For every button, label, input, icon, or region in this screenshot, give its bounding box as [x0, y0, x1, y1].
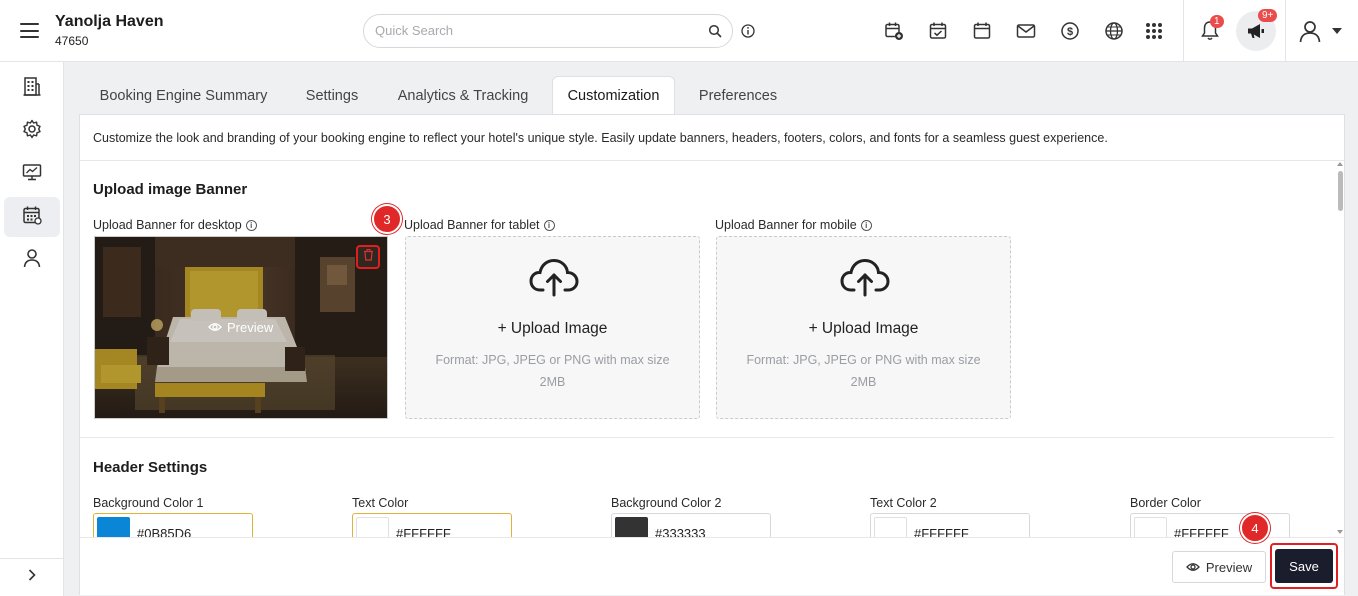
notification-badge: 1 — [1210, 15, 1224, 28]
menu-icon[interactable] — [20, 23, 39, 38]
upload-format-hint: Format: JPG, JPEG or PNG with max size 2… — [746, 353, 981, 389]
trash-icon — [363, 248, 374, 266]
calendar-icon[interactable] — [971, 20, 993, 42]
tab-preferences[interactable]: Preferences — [680, 76, 796, 115]
apps-grid-icon[interactable] — [1143, 20, 1165, 42]
save-button[interactable]: Save — [1275, 549, 1333, 583]
tablet-banner-label-text: Upload Banner for tablet — [404, 218, 540, 232]
header-settings-title: Header Settings — [93, 459, 208, 476]
mobile-upload-zone[interactable]: + Upload Image Format: JPG, JPEG or PNG … — [716, 236, 1011, 419]
border-color-label: Border Color — [1130, 496, 1201, 510]
bg-color-2-label: Background Color 2 — [611, 496, 722, 510]
mobile-banner-label-text: Upload Banner for mobile — [715, 218, 857, 232]
mail-icon[interactable] — [1015, 20, 1037, 42]
page-description: Customize the look and branding of your … — [93, 131, 1108, 145]
preview-button-label: Preview — [1205, 559, 1253, 575]
chevron-down-icon[interactable] — [1332, 28, 1342, 34]
plus-icon: + — [497, 320, 511, 337]
banner-preview-label: Preview — [227, 320, 274, 335]
calendar-grid-icon — [22, 205, 42, 230]
building-icon — [23, 76, 41, 101]
calendar-add-icon[interactable] — [883, 20, 905, 42]
sidebar-item-monitor[interactable] — [4, 154, 60, 194]
eye-icon — [208, 320, 222, 335]
hotel-name: Yanolja Haven — [55, 13, 164, 30]
customization-panel: Customize the look and branding of your … — [79, 114, 1345, 595]
divider — [1183, 0, 1184, 62]
info-icon[interactable] — [741, 24, 755, 43]
upload-image-text: Upload Image — [821, 320, 919, 337]
info-icon[interactable]: i — [860, 219, 872, 231]
cloud-upload-icon — [529, 257, 579, 302]
tab-customization[interactable]: Customization — [552, 76, 675, 115]
bg-color-1-label: Background Color 1 — [93, 496, 204, 510]
gear-icon — [22, 119, 42, 144]
upload-image-label: + Upload Image — [406, 320, 699, 338]
svg-text:$: $ — [1067, 26, 1073, 38]
monitor-icon — [22, 162, 42, 187]
tablet-banner-label: Upload Banner for tablet i — [404, 218, 555, 232]
calendar-check-icon[interactable] — [927, 20, 949, 42]
cloud-upload-icon — [840, 257, 890, 302]
search-icon[interactable] — [708, 24, 722, 43]
tab-analytics-tracking[interactable]: Analytics & Tracking — [383, 76, 543, 115]
banner-section-title: Upload image Banner — [93, 181, 248, 198]
plus-icon: + — [808, 320, 822, 337]
scroll-down-icon[interactable] — [1337, 530, 1343, 534]
sidebar-item-booking-engine[interactable] — [4, 197, 60, 237]
text-color-2-label: Text Color 2 — [870, 496, 937, 510]
save-highlight: Save — [1270, 543, 1338, 589]
quick-search[interactable] — [363, 14, 733, 48]
mobile-banner-label: Upload Banner for mobile i — [715, 218, 872, 232]
dollar-icon[interactable]: $ — [1059, 20, 1081, 42]
tablet-upload-zone[interactable]: + Upload Image Format: JPG, JPEG or PNG … — [405, 236, 700, 419]
sidebar-item-users[interactable] — [4, 240, 60, 280]
scrollbar-thumb[interactable] — [1338, 171, 1343, 211]
sidebar-expand[interactable] — [0, 558, 64, 596]
divider — [80, 437, 1334, 438]
upload-image-text: Upload Image — [510, 320, 608, 337]
info-icon[interactable]: i — [543, 219, 555, 231]
eye-icon — [1185, 560, 1200, 575]
person-icon — [23, 248, 41, 273]
hotel-id: 47650 — [55, 34, 89, 48]
divider — [1285, 0, 1286, 62]
step-marker: 3 — [372, 204, 402, 234]
banner-preview-overlay[interactable]: Preview — [208, 320, 273, 335]
sidebar-item-settings[interactable] — [4, 111, 60, 151]
step-marker: 4 — [1240, 513, 1270, 543]
desktop-banner-label: Upload Banner for desktop i — [93, 218, 257, 232]
upload-format-hint: Format: JPG, JPEG or PNG with max size 2… — [435, 353, 670, 389]
top-bar: Yanolja Haven 47650 $ 1 9+ — [0, 0, 1358, 62]
text-color-label: Text Color — [352, 496, 409, 510]
info-icon[interactable]: i — [245, 219, 257, 231]
chevron-right-icon — [27, 568, 37, 587]
upload-image-label: + Upload Image — [717, 320, 1010, 338]
announcement-badge: 9+ — [1258, 9, 1278, 22]
sidebar-item-property[interactable] — [4, 68, 60, 108]
sidebar — [0, 62, 64, 596]
tab-settings[interactable]: Settings — [287, 76, 377, 115]
delete-banner-button[interactable] — [356, 245, 380, 269]
desktop-banner-label-text: Upload Banner for desktop — [93, 218, 242, 232]
tab-booking-engine-summary[interactable]: Booking Engine Summary — [80, 76, 287, 115]
action-footer: Preview Save — [80, 537, 1344, 595]
divider — [80, 160, 1344, 161]
scroll-up-icon[interactable] — [1337, 162, 1343, 166]
globe-icon[interactable] — [1103, 20, 1125, 42]
preview-button[interactable]: Preview — [1172, 551, 1266, 583]
search-input[interactable] — [375, 23, 695, 38]
scrollbar[interactable] — [1335, 161, 1345, 539]
user-icon[interactable] — [1298, 19, 1322, 48]
